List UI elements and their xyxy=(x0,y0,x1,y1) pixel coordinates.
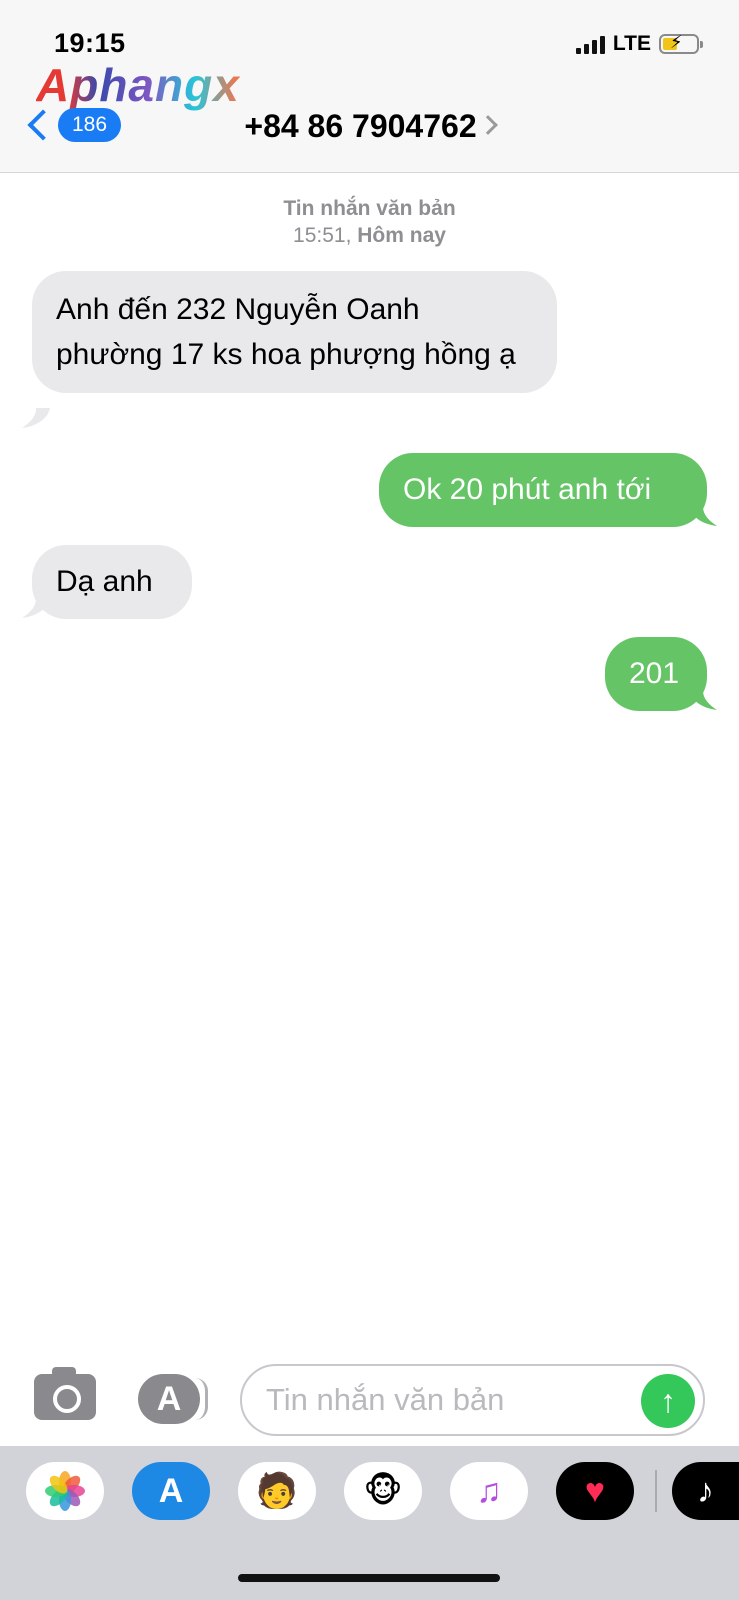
app-drawer: A 🧑 🐵 ♫ ♥ ♪ xyxy=(0,1446,739,1600)
status-time: 19:15 xyxy=(54,28,126,58)
navigation-header: 19:15 LTE ⚡ Aphangx 186 +84 86 7904762 xyxy=(0,0,739,173)
tiktok-icon: ♪ xyxy=(697,1471,714,1510)
app-store-button[interactable]: A xyxy=(138,1374,208,1424)
chevron-right-icon xyxy=(477,114,498,135)
message-bubble-incoming[interactable]: Anh đến 232 Nguyễn Oanh phường 17 ks hoa… xyxy=(32,271,557,393)
animoji-app-button[interactable]: 🐵 xyxy=(344,1462,422,1520)
message-timestamp: 15:51, Hôm nay xyxy=(293,224,446,247)
music-icon: ♫ xyxy=(476,1471,502,1510)
thread-meta: Tin nhắn văn bản 15:51, Hôm nay xyxy=(0,195,739,249)
arrow-up-icon: ↑ xyxy=(660,1383,676,1419)
drawer-divider xyxy=(655,1470,657,1512)
photos-icon xyxy=(45,1471,85,1511)
send-button[interactable]: ↑ xyxy=(641,1374,695,1428)
message-type-label: Tin nhắn văn bản xyxy=(283,197,456,220)
message-bubble-outgoing[interactable]: Ok 20 phút anh tới xyxy=(379,453,707,527)
digital-touch-app-button[interactable]: ♥ xyxy=(556,1462,634,1520)
contact-name-button[interactable]: +84 86 7904762 xyxy=(0,108,739,145)
status-icons: LTE ⚡ xyxy=(575,32,703,56)
app-store-icon: A xyxy=(156,1380,182,1418)
message-input-placeholder: Tin nhắn văn bản xyxy=(266,1382,505,1417)
photos-app-button[interactable] xyxy=(26,1462,104,1520)
battery-icon: ⚡ xyxy=(659,32,703,54)
music-app-button[interactable]: ♫ xyxy=(450,1462,528,1520)
memoji-icon: 🧑 xyxy=(255,1472,299,1510)
signal-icon xyxy=(575,34,605,54)
app-store-icon: A xyxy=(158,1471,184,1510)
contact-name: +84 86 7904762 xyxy=(244,108,477,144)
tiktok-app-button[interactable]: ♪ xyxy=(672,1462,739,1520)
watermark-logo: Aphangx xyxy=(36,59,240,111)
bubble-tail xyxy=(22,408,50,428)
network-label: LTE xyxy=(612,32,651,55)
message-bubble-outgoing[interactable]: 201 xyxy=(605,637,707,711)
camera-button[interactable] xyxy=(34,1367,96,1420)
camera-icon xyxy=(53,1385,81,1413)
animoji-monkey-icon: 🐵 xyxy=(363,1472,403,1510)
home-indicator xyxy=(238,1574,500,1582)
heart-digital-touch-icon: ♥ xyxy=(584,1471,606,1510)
message-input[interactable]: Tin nhắn văn bản ↑ xyxy=(240,1364,705,1436)
message-bubble-incoming[interactable]: Dạ anh xyxy=(32,545,192,619)
app-store-app-button[interactable]: A xyxy=(132,1462,210,1520)
memoji-app-button[interactable]: 🧑 xyxy=(238,1462,316,1520)
